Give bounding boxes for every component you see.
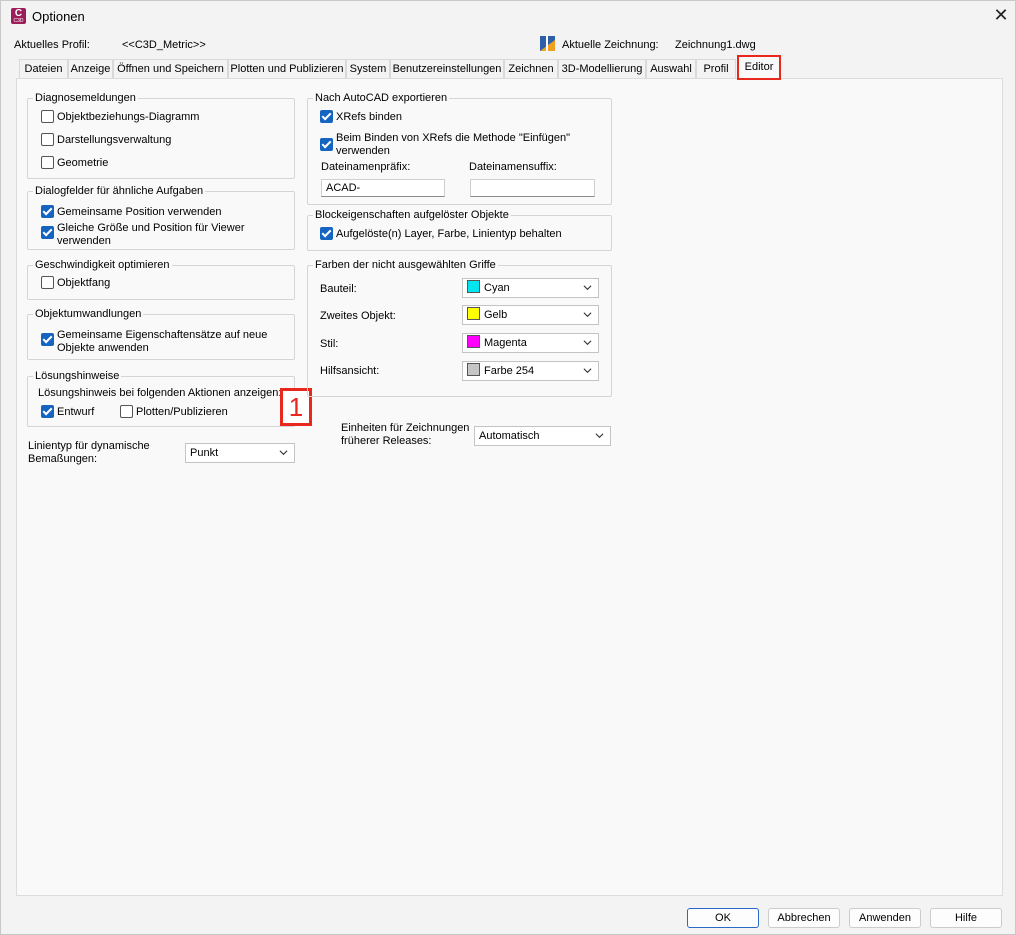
checkbox-label: Plotten/Publizieren xyxy=(136,406,228,418)
checkbox-darstellungsverwaltung[interactable] xyxy=(41,133,54,146)
checkbox-label: Gemeinsame Eigenschaftensätze auf neue xyxy=(57,329,268,341)
checkbox-label: Entwurf xyxy=(57,406,95,418)
select-value: Automatisch xyxy=(479,430,540,442)
checkbox-layer-behalten[interactable] xyxy=(320,227,333,240)
checkbox-einfuegen-methode[interactable] xyxy=(320,138,333,151)
linientyp-label: Linientyp für dynamische xyxy=(28,440,150,452)
ok-button[interactable]: OK xyxy=(687,908,759,928)
einheiten-select[interactable]: Automatisch xyxy=(474,426,611,446)
select-value: Magenta xyxy=(484,337,527,349)
current-drawing-label: Aktuelle Zeichnung: xyxy=(562,39,659,51)
tab-dateien[interactable]: Dateien xyxy=(19,59,68,78)
checkbox-label: Objektfang xyxy=(57,277,111,289)
suffix-label: Dateinamensuffix: xyxy=(469,161,557,173)
loesungshinweise-subtitle: Lösungshinweis bei folgenden Aktionen an… xyxy=(38,387,282,399)
linientyp-label-cont: Bemaßungen: xyxy=(28,453,98,465)
group-title: Lösungshinweise xyxy=(33,370,122,382)
checkbox-gemeinsame-position[interactable] xyxy=(41,205,54,218)
color-swatch xyxy=(467,335,480,348)
tab-3d-modellierung[interactable]: 3D-Modellierung xyxy=(558,59,646,78)
stil-color-select[interactable]: Magenta xyxy=(462,333,599,353)
tab-benutzereinstellungen[interactable]: Benutzereinstellungen xyxy=(390,59,504,78)
checkbox-label: Aufgelöste(n) Layer, Farbe, Linientyp be… xyxy=(336,228,562,240)
hilfsansicht-color-select[interactable]: Farbe 254 xyxy=(462,361,599,381)
cancel-button[interactable]: Abbrechen xyxy=(768,908,840,928)
prefix-label: Dateinamenpräfix: xyxy=(321,161,411,173)
einheiten-label-cont: früherer Releases: xyxy=(341,435,432,447)
checkbox-label-cont: verwenden xyxy=(57,235,111,247)
group-loesungshinweise: Lösungshinweise xyxy=(27,370,295,427)
chevron-down-icon xyxy=(279,450,288,456)
checkbox-objektbeziehungs-diagramm[interactable] xyxy=(41,110,54,123)
suffix-input[interactable] xyxy=(470,179,595,197)
zweites-objekt-label: Zweites Objekt: xyxy=(320,310,396,322)
checkbox-label: Objektbeziehungs-Diagramm xyxy=(57,111,200,123)
checkbox-label: XRefs binden xyxy=(336,111,403,123)
tab-system[interactable]: System xyxy=(346,59,390,78)
color-swatch xyxy=(467,280,480,293)
checkbox-geometrie[interactable] xyxy=(41,156,54,169)
chevron-down-icon xyxy=(583,312,592,318)
color-swatch xyxy=(467,307,480,320)
chevron-down-icon xyxy=(583,285,592,291)
select-value: Farbe 254 xyxy=(484,365,535,377)
group-title: Diagnosemeldungen xyxy=(33,92,138,104)
checkbox-eigenschaftensaetze[interactable] xyxy=(41,333,54,346)
einheiten-label: Einheiten für Zeichnungen xyxy=(341,422,470,434)
current-profile-label: Aktuelles Profil: xyxy=(14,39,90,51)
current-drawing-value: Zeichnung1.dwg xyxy=(675,39,756,51)
prefix-input[interactable]: ACAD- xyxy=(321,179,445,197)
select-value: Gelb xyxy=(484,309,508,321)
checkbox-label-cont: verwenden xyxy=(336,145,390,157)
checkbox-label: Beim Binden von XRefs die Methode "Einfü… xyxy=(336,132,571,144)
bauteil-color-select[interactable]: Cyan xyxy=(462,278,599,298)
stil-label: Stil: xyxy=(320,338,339,350)
hilfsansicht-label: Hilfsansicht: xyxy=(320,365,380,377)
group-title: Blockeigenschaften aufgelöster Objekte xyxy=(313,209,511,221)
window-title: Optionen xyxy=(32,9,85,24)
title-bar: C C3D Optionen ✕ xyxy=(1,1,1015,31)
group-title: Farben der nicht ausgewählten Griffe xyxy=(313,259,498,271)
select-value: Punkt xyxy=(190,447,219,459)
help-button[interactable]: Hilfe xyxy=(930,908,1002,928)
checkbox-objektfang[interactable] xyxy=(41,276,54,289)
tab-oeffnen-speichern[interactable]: Öffnen und Speichern xyxy=(113,59,228,78)
tab-auswahl[interactable]: Auswahl xyxy=(646,59,696,78)
checkbox-gleiche-groesse[interactable] xyxy=(41,226,54,239)
chevron-down-icon xyxy=(583,340,592,346)
checkbox-label-cont: Objekte anwenden xyxy=(57,342,149,354)
bauteil-label: Bauteil: xyxy=(320,283,357,295)
color-swatch xyxy=(467,363,480,376)
tab-plotten-publizieren[interactable]: Plotten und Publizieren xyxy=(228,59,346,78)
chevron-down-icon xyxy=(595,433,604,439)
chevron-down-icon xyxy=(583,368,592,374)
linientyp-select[interactable]: Punkt xyxy=(185,443,295,463)
tab-profil[interactable]: Profil xyxy=(696,59,736,78)
group-title: Nach AutoCAD exportieren xyxy=(313,92,450,104)
checkbox-plotten-publizieren[interactable] xyxy=(120,405,133,418)
select-value: Cyan xyxy=(484,282,510,294)
current-profile-value: <<C3D_Metric>> xyxy=(122,39,206,51)
checkbox-xrefs-binden[interactable] xyxy=(320,110,333,123)
drawing-file-icon xyxy=(540,36,555,51)
group-title: Objektumwandlungen xyxy=(33,308,144,320)
checkbox-label: Gemeinsame Position verwenden xyxy=(57,206,222,218)
tab-zeichnen[interactable]: Zeichnen xyxy=(504,59,558,78)
tab-anzeige[interactable]: Anzeige xyxy=(68,59,113,78)
checkbox-entwurf[interactable] xyxy=(41,405,54,418)
checkbox-label: Darstellungsverwaltung xyxy=(57,134,172,146)
apply-button[interactable]: Anwenden xyxy=(849,908,921,928)
group-title: Geschwindigkeit optimieren xyxy=(33,259,172,271)
tab-editor[interactable]: Editor xyxy=(737,55,781,80)
group-title: Dialogfelder für ähnliche Aufgaben xyxy=(33,185,206,197)
zweites-objekt-color-select[interactable]: Gelb xyxy=(462,305,599,325)
checkbox-label: Geometrie xyxy=(57,157,109,169)
civil3d-app-icon: C C3D xyxy=(11,8,26,24)
close-icon[interactable]: ✕ xyxy=(991,5,1011,25)
checkbox-label: Gleiche Größe und Position für Viewer xyxy=(57,222,245,234)
options-dialog: C C3D Optionen ✕ Aktuelles Profil: <<C3D_… xyxy=(0,0,1016,935)
